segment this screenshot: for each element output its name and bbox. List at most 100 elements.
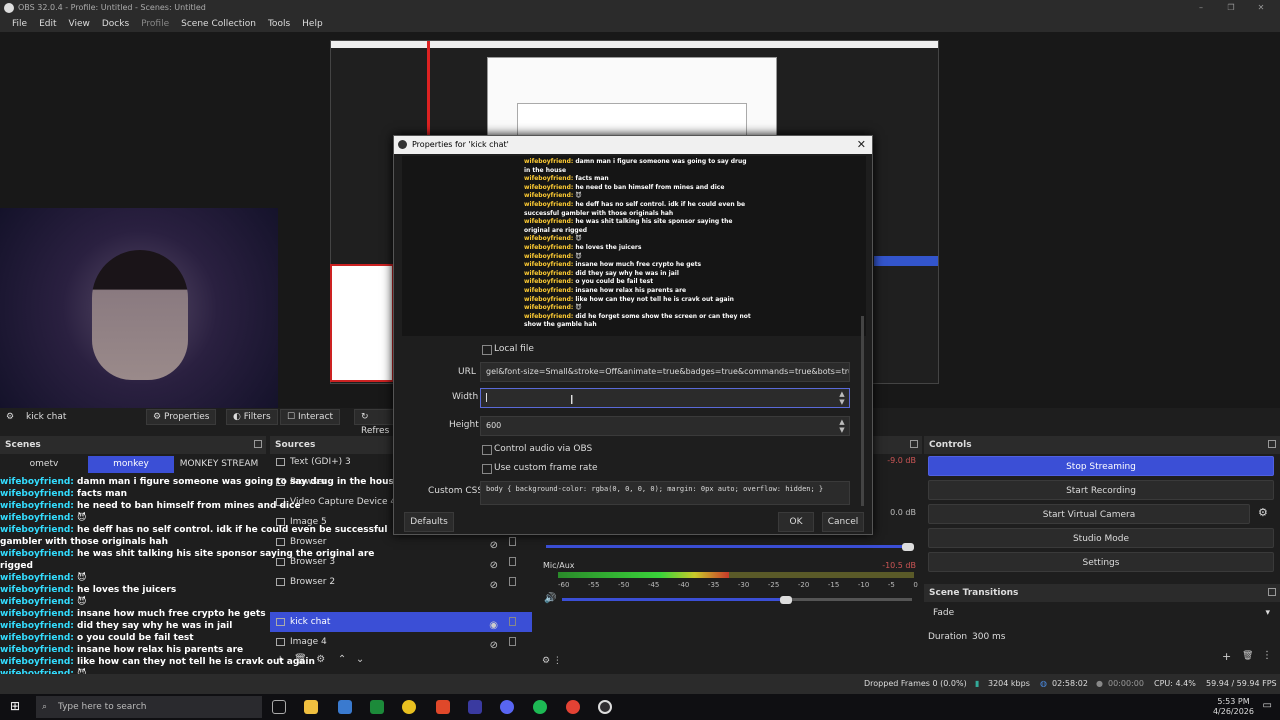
trash-icon[interactable]: 🗑 <box>1242 651 1253 661</box>
spin-down-icon[interactable]: ▼ <box>837 399 847 406</box>
system-clock[interactable]: 5:53 PM 4/26/2026 <box>1213 697 1254 717</box>
task-view-icon[interactable] <box>272 700 286 714</box>
preview-chat-overlay <box>330 264 394 382</box>
settings-button[interactable]: Settings <box>928 552 1274 572</box>
filters-button[interactable]: ◐ Filters <box>226 409 278 425</box>
undock-icon[interactable] <box>254 440 262 448</box>
undock-icon[interactable] <box>1268 588 1276 596</box>
transition-select[interactable]: Fade ▾ <box>928 604 1274 622</box>
stop-streaming-button[interactable]: Stop Streaming <box>928 456 1274 476</box>
app-icon[interactable] <box>338 700 352 714</box>
interact-button[interactable]: ☐ Interact <box>280 409 341 425</box>
visibility-off-icon[interactable]: ⊘ <box>490 576 498 596</box>
cancel-button[interactable]: Cancel <box>822 512 864 532</box>
close-icon[interactable]: ✕ <box>857 136 866 154</box>
maximize-icon[interactable]: ❐ <box>1216 0 1246 16</box>
chrome-icon[interactable] <box>566 700 580 714</box>
menu-edit[interactable]: Edit <box>33 16 62 32</box>
menu-view[interactable]: View <box>63 16 96 32</box>
app-icon[interactable] <box>370 700 384 714</box>
width-input[interactable]: ▲ ▼ <box>480 388 850 408</box>
minimize-icon[interactable]: – <box>1186 0 1216 16</box>
start-recording-button[interactable]: Start Recording <box>928 480 1274 500</box>
windows-start-icon[interactable]: ⊞ <box>10 699 20 713</box>
text-cursor-icon: I <box>570 393 574 407</box>
speaker-icon[interactable]: 🔊 <box>544 593 556 604</box>
chat-message: wifeboyfriend: he was shit talking his s… <box>524 218 754 235</box>
spin-up-icon[interactable]: ▲ <box>837 391 847 398</box>
scene-ometv[interactable]: ometv <box>4 456 84 473</box>
custom-frame-rate-checkbox[interactable] <box>482 464 492 474</box>
chat-message: wifeboyfriend: like how can they not tel… <box>524 296 754 305</box>
chat-text: like how can they not tell he is cravk o… <box>77 657 315 667</box>
start-virtual-camera-button[interactable]: Start Virtual Camera <box>928 504 1250 524</box>
notification-icon[interactable]: ▭ <box>1263 700 1272 711</box>
taskbar-search[interactable]: ⌕ Type here to search <box>36 696 262 718</box>
lock-icon[interactable] <box>509 577 516 586</box>
file-explorer-icon[interactable] <box>304 700 318 714</box>
control-audio-checkbox[interactable] <box>482 445 492 455</box>
lock-icon[interactable] <box>509 557 516 566</box>
menu-tools[interactable]: Tools <box>262 16 296 32</box>
height-input[interactable]: 600 ▲ ▼ <box>480 416 850 436</box>
spotify-icon[interactable] <box>533 700 547 714</box>
chat-message: wifeboyfriend: 😈 <box>0 596 400 608</box>
chat-username: wifeboyfriend: <box>0 573 74 583</box>
chat-text: 😈 <box>77 573 87 583</box>
chat-text: he need to ban himself from mines and di… <box>575 183 725 191</box>
menu-file[interactable]: File <box>6 16 33 32</box>
window-title: OBS 32.0.4 - Profile: Untitled - Scenes:… <box>18 3 206 12</box>
brave-icon[interactable] <box>436 700 450 714</box>
level-db: -10.5 dB <box>882 561 916 570</box>
menu-scene-collection[interactable]: Scene Collection <box>175 16 262 32</box>
lock-icon[interactable] <box>509 537 516 546</box>
undock-icon[interactable] <box>1268 440 1276 448</box>
menu-help[interactable]: Help <box>296 16 329 32</box>
title-bar: OBS 32.0.4 - Profile: Untitled - Scenes:… <box>0 0 1280 16</box>
obs-logo-icon <box>398 140 407 149</box>
chat-username: wifeboyfriend: <box>524 183 574 191</box>
discord-icon[interactable] <box>500 700 514 714</box>
scene-monkey[interactable]: monkey <box>88 456 174 473</box>
chat-message: wifeboyfriend: damn man i figure someone… <box>0 476 400 488</box>
visibility-off-icon[interactable]: ⊘ <box>490 636 498 656</box>
ok-button[interactable]: OK <box>778 512 814 532</box>
gear-icon[interactable]: ⚙ <box>6 408 14 426</box>
defaults-button[interactable]: Defaults <box>404 512 454 532</box>
obs-icon[interactable] <box>598 700 612 714</box>
duration-input[interactable]: 300 ms <box>968 628 1274 646</box>
controls-dock: Controls Stop Streaming Start Recording … <box>924 436 1280 586</box>
spin-up-icon[interactable]: ▲ <box>837 419 847 426</box>
undock-icon[interactable] <box>910 440 918 448</box>
lock-icon[interactable] <box>509 617 516 626</box>
chat-text: o you could be fail test <box>575 278 654 286</box>
volume-knob[interactable] <box>902 543 914 551</box>
menu-docks[interactable]: Docks <box>96 16 135 32</box>
virtual-camera-settings-icon[interactable]: ⚙ <box>1258 506 1268 519</box>
add-icon[interactable]: + <box>1222 650 1231 663</box>
app-icon[interactable] <box>402 700 416 714</box>
dialog-scrollbar[interactable] <box>861 316 864 506</box>
url-input[interactable]: gel&font-size=Small&stroke=Off&animate=t… <box>480 362 850 382</box>
scenes-header: Scenes <box>0 436 266 454</box>
volume-knob[interactable] <box>780 596 792 604</box>
chat-username: wifeboyfriend: <box>0 501 74 511</box>
chat-text: insane how relax his parents are <box>575 286 687 294</box>
local-file-checkbox[interactable] <box>482 345 492 355</box>
mixer-settings-icon[interactable]: ⚙ ⋮ <box>542 656 562 666</box>
chat-message: wifeboyfriend: he deff has no self contr… <box>524 201 754 218</box>
app-icon[interactable] <box>468 700 482 714</box>
custom-css-input[interactable]: body { background-color: rgba(0, 0, 0, 0… <box>480 481 850 505</box>
volume-slider[interactable] <box>546 545 912 548</box>
menu-profile[interactable]: Profile <box>135 16 175 32</box>
lock-icon[interactable] <box>509 637 516 646</box>
volume-slider[interactable] <box>562 598 788 601</box>
source-toolbar: ⚙ kick chat ⚙ Properties ◐ Filters ☐ Int… <box>0 408 400 436</box>
scene-monkey-stream[interactable]: MONKEY STREAM <box>176 456 262 473</box>
more-icon[interactable]: ⋮ <box>1262 650 1272 661</box>
close-icon[interactable]: ✕ <box>1246 0 1276 16</box>
chat-text: he loves the juicers <box>575 243 642 251</box>
properties-button[interactable]: ⚙ Properties <box>146 409 217 425</box>
studio-mode-button[interactable]: Studio Mode <box>928 528 1274 548</box>
spin-down-icon[interactable]: ▼ <box>837 427 847 434</box>
